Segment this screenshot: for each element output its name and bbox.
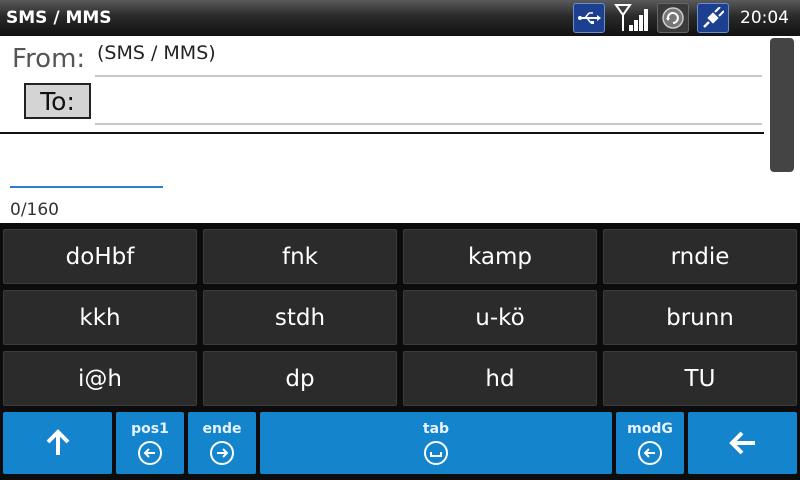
key[interactable]: rndie: [603, 229, 797, 284]
space-icon: [424, 441, 448, 465]
message-body-field[interactable]: [10, 140, 762, 184]
to-button[interactable]: To:: [24, 83, 91, 119]
circled-arrow-left-icon: [138, 441, 162, 465]
signal-icon[interactable]: [613, 3, 651, 33]
from-value: (SMS / MMS): [97, 42, 216, 64]
key[interactable]: stdh: [203, 290, 397, 345]
key[interactable]: TU: [603, 351, 797, 406]
from-underline: [95, 75, 762, 77]
key[interactable]: brunn: [603, 290, 797, 345]
power-icon[interactable]: [697, 3, 729, 33]
sync-icon[interactable]: [657, 3, 689, 33]
backspace-key[interactable]: [688, 412, 797, 474]
ende-label: ende: [202, 421, 242, 437]
app-title: SMS / MMS: [6, 8, 112, 28]
message-body-underline: [10, 186, 163, 188]
to-underline: [95, 123, 762, 125]
key[interactable]: i@h: [3, 351, 197, 406]
pos1-label: pos1: [131, 421, 169, 437]
scrollbar[interactable]: [770, 38, 794, 172]
status-bar: SMS / MMS 20:04: [0, 0, 800, 36]
key[interactable]: u-kö: [403, 290, 597, 345]
tab-label: tab: [422, 421, 450, 437]
modg-key[interactable]: modG: [616, 412, 684, 474]
ende-key[interactable]: ende: [188, 412, 256, 474]
shift-key[interactable]: [3, 412, 112, 474]
arrow-up-icon: [43, 428, 73, 458]
tab-key[interactable]: tab: [260, 412, 612, 474]
key[interactable]: dp: [203, 351, 397, 406]
usb-icon[interactable]: [573, 3, 605, 33]
arrow-left-icon: [728, 428, 758, 458]
header-divider: [0, 132, 764, 134]
pos1-key[interactable]: pos1: [116, 412, 184, 474]
clock: 20:04: [740, 8, 789, 28]
character-counter: 0/160: [10, 200, 59, 220]
key[interactable]: kkh: [3, 290, 197, 345]
from-label: From:: [12, 44, 86, 74]
circled-arrow-right-icon: [210, 441, 234, 465]
circled-arrow-left-icon: [638, 441, 662, 465]
to-field[interactable]: [95, 82, 762, 122]
key[interactable]: hd: [403, 351, 597, 406]
key[interactable]: kamp: [403, 229, 597, 284]
key[interactable]: doHbf: [3, 229, 197, 284]
key[interactable]: fnk: [203, 229, 397, 284]
modg-label: modG: [627, 421, 673, 437]
